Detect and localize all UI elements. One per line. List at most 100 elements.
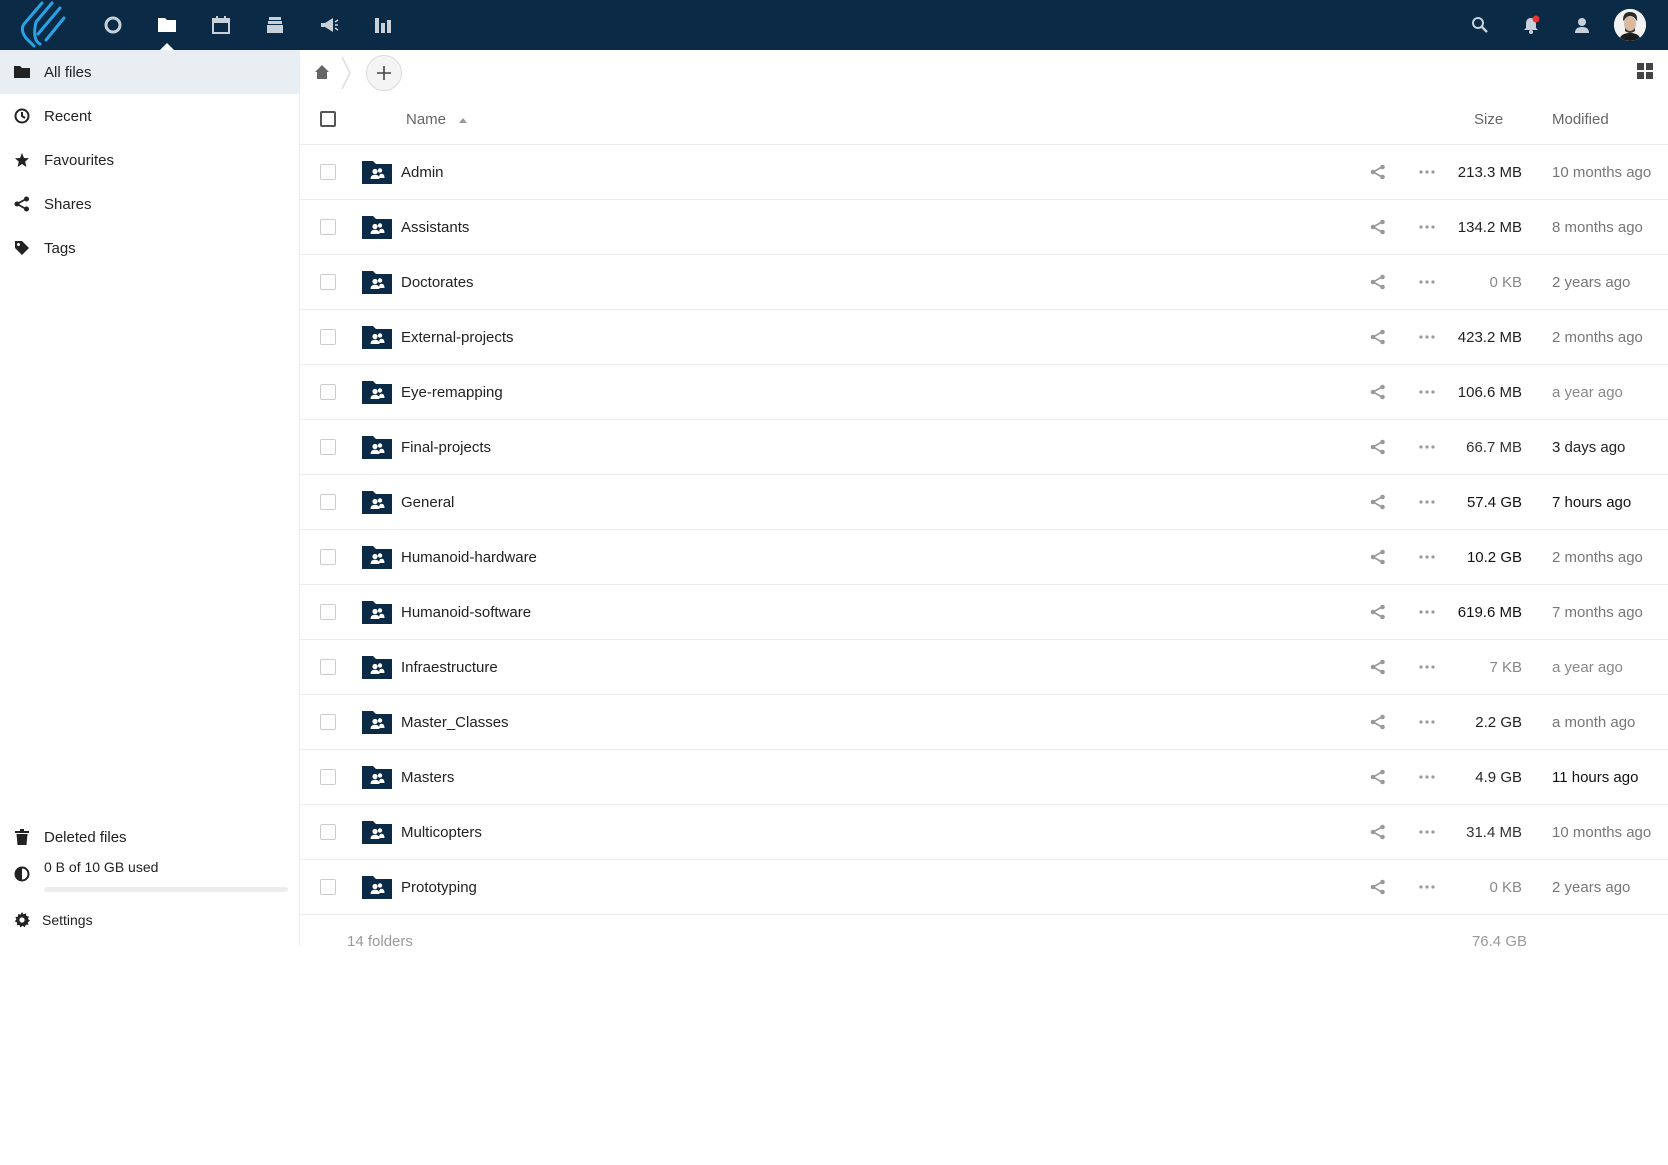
app-announcements[interactable] — [304, 0, 354, 50]
row-checkbox[interactable] — [320, 879, 336, 895]
share-button[interactable] — [1368, 822, 1388, 842]
more-actions-button[interactable] — [1416, 492, 1438, 512]
row-checkbox[interactable] — [320, 329, 336, 345]
breadcrumb-home[interactable] — [312, 60, 332, 84]
row-checkbox[interactable] — [320, 494, 336, 510]
file-name[interactable]: Master_Classes — [401, 695, 509, 750]
more-actions-button[interactable] — [1416, 822, 1438, 842]
row-checkbox[interactable] — [320, 274, 336, 290]
file-name[interactable]: Multicopters — [401, 805, 482, 860]
file-name[interactable]: Doctorates — [401, 255, 474, 310]
file-size: 423.2 MB — [1457, 329, 1522, 346]
share-button[interactable] — [1368, 877, 1388, 897]
row-checkbox[interactable] — [320, 164, 336, 180]
share-button[interactable] — [1368, 767, 1388, 787]
share-button[interactable] — [1368, 657, 1388, 677]
more-actions-button[interactable] — [1416, 217, 1438, 237]
share-button[interactable] — [1368, 712, 1388, 732]
share-button[interactable] — [1368, 162, 1388, 182]
row-checkbox[interactable] — [320, 824, 336, 840]
notifications-button[interactable] — [1507, 0, 1555, 50]
more-horizontal-icon — [1419, 500, 1435, 504]
share-button[interactable] — [1368, 217, 1388, 237]
app-dashboard[interactable] — [88, 0, 138, 50]
more-actions-button[interactable] — [1416, 767, 1438, 787]
file-name[interactable]: Final-projects — [401, 420, 491, 475]
sidebar-item-tags[interactable]: Tags — [0, 226, 300, 270]
user-avatar[interactable] — [1614, 9, 1646, 41]
row-checkbox[interactable] — [320, 439, 336, 455]
table-row[interactable]: Doctorates 0 KB 2 years ago — [300, 255, 1668, 310]
file-size: 66.7 MB — [1466, 439, 1522, 456]
row-checkbox[interactable] — [320, 659, 336, 675]
sidebar-item-settings[interactable]: Settings — [0, 900, 300, 940]
column-header-modified[interactable]: Modified — [1552, 95, 1609, 145]
table-row[interactable]: General 57.4 GB 7 hours ago — [300, 475, 1668, 530]
more-actions-button[interactable] — [1416, 382, 1438, 402]
table-row[interactable]: Humanoid-software 619.6 MB 7 months ago — [300, 585, 1668, 640]
more-actions-button[interactable] — [1416, 602, 1438, 622]
table-row[interactable]: Master_Classes 2.2 GB a month ago — [300, 695, 1668, 750]
add-new-button[interactable] — [366, 55, 402, 91]
row-checkbox[interactable] — [320, 769, 336, 785]
file-name[interactable]: Assistants — [401, 200, 469, 255]
app-calendar[interactable] — [196, 0, 246, 50]
sidebar-item-shares[interactable]: Shares — [0, 182, 300, 226]
share-button[interactable] — [1368, 437, 1388, 457]
table-row[interactable]: Multicopters 31.4 MB 10 months ago — [300, 805, 1668, 860]
share-button[interactable] — [1368, 602, 1388, 622]
grid-view-icon[interactable] — [1636, 62, 1654, 80]
row-checkbox[interactable] — [320, 714, 336, 730]
more-actions-button[interactable] — [1416, 712, 1438, 732]
contacts-button[interactable] — [1558, 0, 1606, 50]
file-name[interactable]: External-projects — [401, 310, 514, 365]
share-button[interactable] — [1368, 547, 1388, 567]
table-row[interactable]: Final-projects 66.7 MB 3 days ago — [300, 420, 1668, 475]
table-row[interactable]: Prototyping 0 KB 2 years ago — [300, 860, 1668, 915]
more-actions-button[interactable] — [1416, 657, 1438, 677]
file-name[interactable]: Humanoid-hardware — [401, 530, 537, 585]
more-actions-button[interactable] — [1416, 547, 1438, 567]
sidebar-item-all-files[interactable]: All files — [0, 50, 300, 94]
more-actions-button[interactable] — [1416, 162, 1438, 182]
table-row[interactable]: Humanoid-hardware 10.2 GB 2 months ago — [300, 530, 1668, 585]
more-actions-button[interactable] — [1416, 272, 1438, 292]
file-name[interactable]: Admin — [401, 145, 444, 200]
more-actions-button[interactable] — [1416, 877, 1438, 897]
search-button[interactable] — [1456, 0, 1504, 50]
table-row[interactable]: External-projects 423.2 MB 2 months ago — [300, 310, 1668, 365]
column-header-size[interactable]: Size — [1474, 95, 1503, 145]
file-name[interactable]: Masters — [401, 750, 454, 805]
file-name[interactable]: Prototyping — [401, 860, 477, 915]
sidebar-item-recent[interactable]: Recent — [0, 94, 300, 138]
file-name[interactable]: Infraestructure — [401, 640, 498, 695]
file-name[interactable]: Eye-remapping — [401, 365, 503, 420]
row-checkbox[interactable] — [320, 549, 336, 565]
app-deck[interactable] — [250, 0, 300, 50]
table-row[interactable]: Admin 213.3 MB 10 months ago — [300, 145, 1668, 200]
share-button[interactable] — [1368, 272, 1388, 292]
share-button[interactable] — [1368, 327, 1388, 347]
select-all-checkbox[interactable] — [320, 111, 336, 127]
share-button[interactable] — [1368, 382, 1388, 402]
table-row[interactable]: Masters 4.9 GB 11 hours ago — [300, 750, 1668, 805]
table-row[interactable]: Assistants 134.2 MB 8 months ago — [300, 200, 1668, 255]
share-icon — [1370, 219, 1385, 235]
row-checkbox[interactable] — [320, 219, 336, 235]
column-header-name[interactable]: Name — [406, 95, 468, 145]
file-name[interactable]: Humanoid-software — [401, 585, 531, 640]
sidebar-item-favourites[interactable]: Favourites — [0, 138, 300, 182]
row-checkbox[interactable] — [320, 384, 336, 400]
file-name[interactable]: General — [401, 475, 454, 530]
table-row[interactable]: Infraestructure 7 KB a year ago — [300, 640, 1668, 695]
share-icon — [1370, 384, 1385, 400]
more-horizontal-icon — [1419, 665, 1435, 669]
app-files[interactable] — [142, 0, 192, 50]
table-row[interactable]: Eye-remapping 106.6 MB a year ago — [300, 365, 1668, 420]
more-actions-button[interactable] — [1416, 437, 1438, 457]
more-actions-button[interactable] — [1416, 327, 1438, 347]
row-checkbox[interactable] — [320, 604, 336, 620]
app-logo[interactable] — [16, 0, 72, 50]
app-analytics[interactable] — [358, 0, 408, 50]
share-button[interactable] — [1368, 492, 1388, 512]
